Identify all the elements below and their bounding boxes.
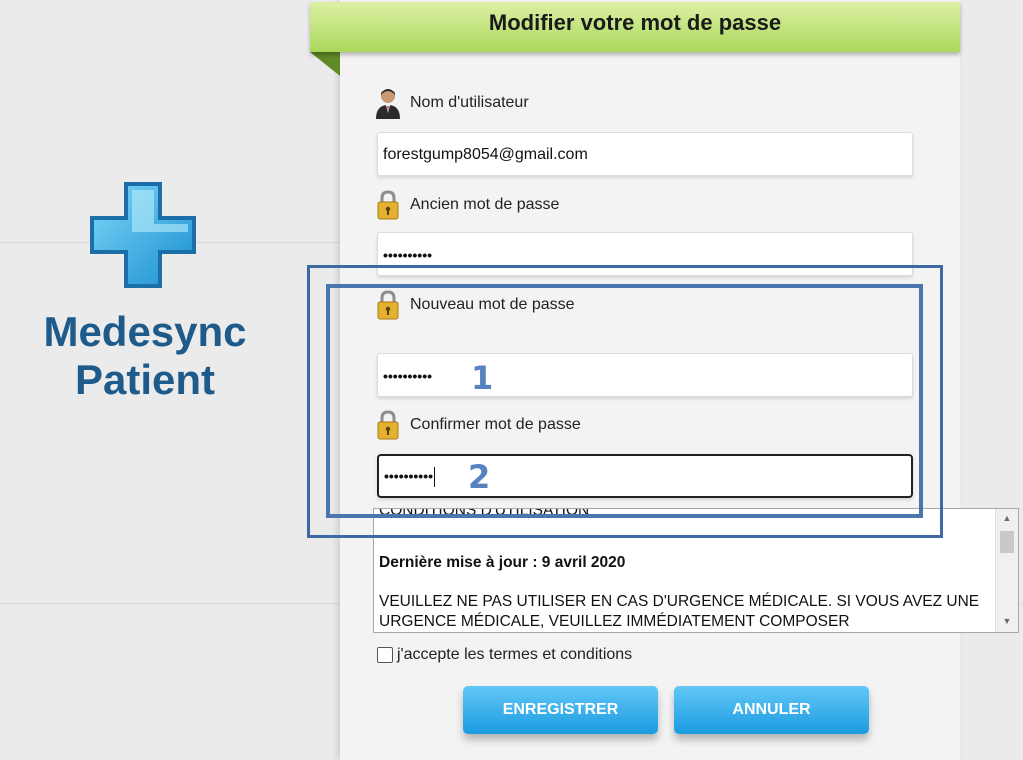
padlock-icon <box>375 188 401 222</box>
medical-cross-logo-icon <box>90 182 196 288</box>
highlight-inner-frame <box>326 284 923 518</box>
scroll-thumb[interactable] <box>1000 531 1014 553</box>
user-avatar-icon <box>375 86 401 120</box>
scroll-down-arrow-icon[interactable]: ▼ <box>996 616 1018 630</box>
old-password-value: •••••••••• <box>383 247 433 263</box>
terms-updated-date: Dernière mise à jour : 9 avril 2020 <box>379 554 626 571</box>
terms-scrollbar[interactable]: ▲ ▼ <box>995 509 1018 632</box>
old-password-label: Ancien mot de passe <box>410 196 560 213</box>
save-button[interactable]: ENREGISTRER <box>463 686 658 734</box>
page-title: Modifier votre mot de passe <box>488 10 782 35</box>
step-marker-1: 1 <box>471 359 494 397</box>
brand-subtitle: Patient <box>74 356 216 403</box>
username-field[interactable]: forestgump8054@gmail.com <box>377 132 913 176</box>
step-marker-2: 2 <box>468 458 491 496</box>
old-password-label-row: Ancien mot de passe <box>375 188 559 222</box>
ribbon-fold <box>310 52 340 76</box>
accept-terms-row[interactable]: j'accepte les termes et conditions <box>377 646 632 664</box>
scroll-up-arrow-icon[interactable]: ▲ <box>996 513 1018 527</box>
cancel-button[interactable]: ANNULER <box>674 686 869 734</box>
terms-paragraph: VEUILLEZ NE PAS UTILISER EN CAS D'URGENC… <box>379 593 980 630</box>
brand-name: Medesync <box>43 308 247 355</box>
username-label: Nom d'utilisateur <box>410 94 529 111</box>
accept-terms-label[interactable]: j'accepte les termes et conditions <box>397 646 632 664</box>
accept-terms-checkbox[interactable] <box>377 647 393 663</box>
username-label-row: Nom d'utilisateur <box>375 86 529 120</box>
brand-panel: Medesync Patient <box>0 0 340 760</box>
